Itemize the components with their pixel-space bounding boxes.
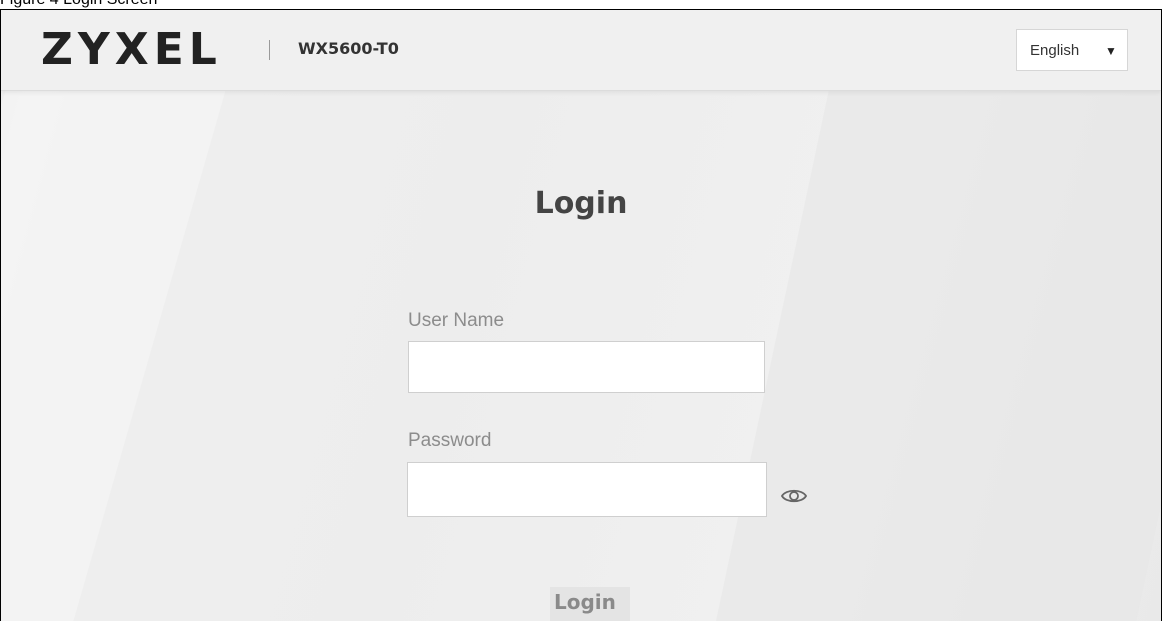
password-label: Password — [408, 430, 492, 451]
password-input[interactable] — [407, 462, 767, 517]
device-model: WX5600-T0 — [298, 39, 399, 58]
background-band — [1, 10, 249, 621]
figure-caption: Figure 4 Login Screen — [0, 0, 157, 9]
username-label: User Name — [408, 310, 505, 331]
header-divider — [269, 40, 270, 60]
brand-logo: ZYXEL — [41, 24, 222, 75]
background-band — [716, 10, 1161, 621]
login-page: ZYXEL WX5600-T0 English ▼ Login User Nam… — [0, 9, 1162, 621]
triangle-down-icon: ▼ — [1105, 44, 1117, 58]
login-button[interactable]: Login — [550, 587, 630, 621]
top-header: ZYXEL WX5600-T0 English ▼ — [1, 10, 1161, 91]
language-selected-label: English — [1030, 42, 1080, 59]
login-button-label: Login — [554, 590, 616, 614]
language-select[interactable]: English ▼ — [1016, 29, 1128, 71]
username-input[interactable] — [408, 341, 765, 393]
page-title: Login — [534, 186, 628, 221]
eye-icon[interactable] — [781, 487, 807, 505]
